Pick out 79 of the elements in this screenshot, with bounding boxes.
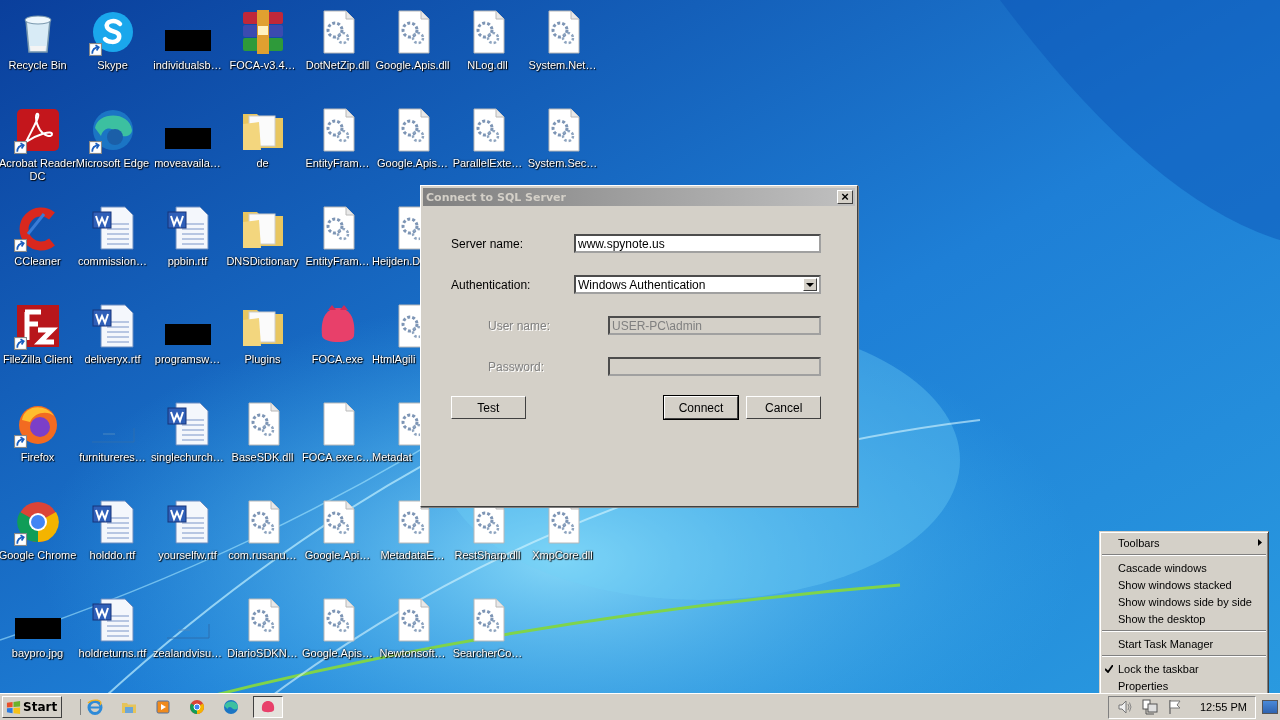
icon-label[interactable]: EntityFram… [305,157,370,170]
icon-label[interactable]: Google Chrome [0,549,77,562]
clock[interactable]: 12:55 PM [1199,701,1247,713]
menu-item[interactable]: Lock the taskbar [1100,660,1268,677]
authentication-dropdown[interactable]: Windows Authentication [574,275,821,294]
menu-item[interactable]: Toolbars [1100,534,1268,551]
menu-item-label: Lock the taskbar [1118,662,1200,675]
menu-item-label: Properties [1118,679,1170,692]
icon-label[interactable]: System.Sec… [527,157,598,170]
menu-item-label: Show the desktop [1118,612,1207,625]
caret-icon [806,282,814,287]
icon-label[interactable]: yourselfw.rtf [158,549,217,562]
icon-label[interactable]: NLog.dll [467,59,508,72]
icon-label[interactable]: DiarioSDKN… [227,647,298,660]
flag-icon[interactable] [1166,699,1183,715]
menu-item[interactable]: Show the desktop [1100,610,1268,627]
input-field[interactable]: www.spynote.us [574,234,821,253]
icon-label[interactable]: Skype [97,59,128,72]
icon-label[interactable]: Plugins [244,353,281,366]
icon-label[interactable]: commission… [77,255,148,268]
icon-label[interactable]: CCleaner [14,255,61,268]
icon-label[interactable]: ParallelExte… [452,157,523,170]
field-label: Server name: [451,236,525,251]
creature-icon [260,699,277,715]
menu-item-label: Toolbars [1118,536,1161,549]
icon-label[interactable]: furnitureres… [79,451,146,464]
icon-label[interactable]: FOCA-v3.4… [229,59,296,72]
icon-label[interactable]: zealandvisu… [152,647,223,660]
menu-item[interactable]: Cascade windows [1100,559,1268,576]
dialog-button[interactable]: Connect [663,396,739,419]
menu-item[interactable]: Properties [1100,677,1268,694]
icon-label[interactable]: holddo.rtf [89,549,136,562]
icon-label[interactable]: HtmlAgili [372,353,416,366]
icon-label[interactable]: programsw… [154,353,221,366]
icon-label[interactable]: Heijden.D [372,255,421,268]
icon-label[interactable]: de [256,157,269,170]
menu-item[interactable]: Show windows stacked [1100,576,1268,593]
taskbar-button[interactable] [253,696,284,718]
icon-label[interactable]: individualsb… [153,59,222,72]
dialog-button[interactable]: Test [451,396,526,419]
field-label: Password: [488,359,546,374]
chrome-icon[interactable] [189,699,206,715]
flag-icon [6,699,21,715]
icon-label[interactable]: DNSDictionary [226,255,299,268]
icon-label[interactable]: DotNetZip.dll [305,59,370,72]
field-label: User name: [488,318,552,333]
icon-label[interactable]: BaseSDK.dll [231,451,294,464]
dropdown-button[interactable] [803,278,817,291]
icon-label[interactable]: Google.Apis… [377,157,448,170]
icon-label[interactable]: deliveryx.rtf [84,353,141,366]
menu-item-label: Start Task Manager [1118,637,1215,650]
close-button[interactable]: × [837,190,853,204]
icon-label[interactable]: Microsoft Edge [75,157,150,170]
icon-label[interactable]: holdreturns.rtf [78,647,147,660]
icon-label[interactable]: moveavaila… [154,157,221,170]
menu-item-label: Show windows stacked [1118,578,1233,591]
start-button[interactable]: Start [2,696,63,718]
icon-label[interactable]: ppbin.rtf [167,255,208,268]
icon-label[interactable]: Recycle Bin [8,59,67,72]
network-icon[interactable] [1141,699,1158,715]
field-label: Authentication: [451,277,532,292]
menu-item[interactable]: Start Task Manager [1100,635,1268,652]
icon-label[interactable]: Firefox [20,451,55,464]
icon-label[interactable]: EntityFram… [305,255,370,268]
menu-item-label: Show windows side by side [1118,595,1253,608]
media-player-icon[interactable] [155,699,172,715]
icon-label[interactable]: baypro.jpg [11,647,64,660]
menu-item[interactable]: Show windows side by side [1100,593,1268,610]
edge-icon[interactable] [223,699,240,715]
speaker-icon[interactable] [1116,699,1133,715]
icon-label[interactable]: Google.Apis.dll [375,59,450,72]
icon-label[interactable]: FileZilla Client [2,353,73,366]
icon-label[interactable]: FOCA.exe [311,353,364,366]
dialog-button[interactable]: Cancel [746,396,821,419]
icon-label[interactable]: singlechurch… [151,451,224,464]
icon-label[interactable]: System.Net… [528,59,597,72]
menu-item-label: Cascade windows [1118,561,1208,574]
icon-label[interactable]: FOCA.exe.c… [302,451,373,464]
window-title: Connect to SQL Server [426,190,566,204]
